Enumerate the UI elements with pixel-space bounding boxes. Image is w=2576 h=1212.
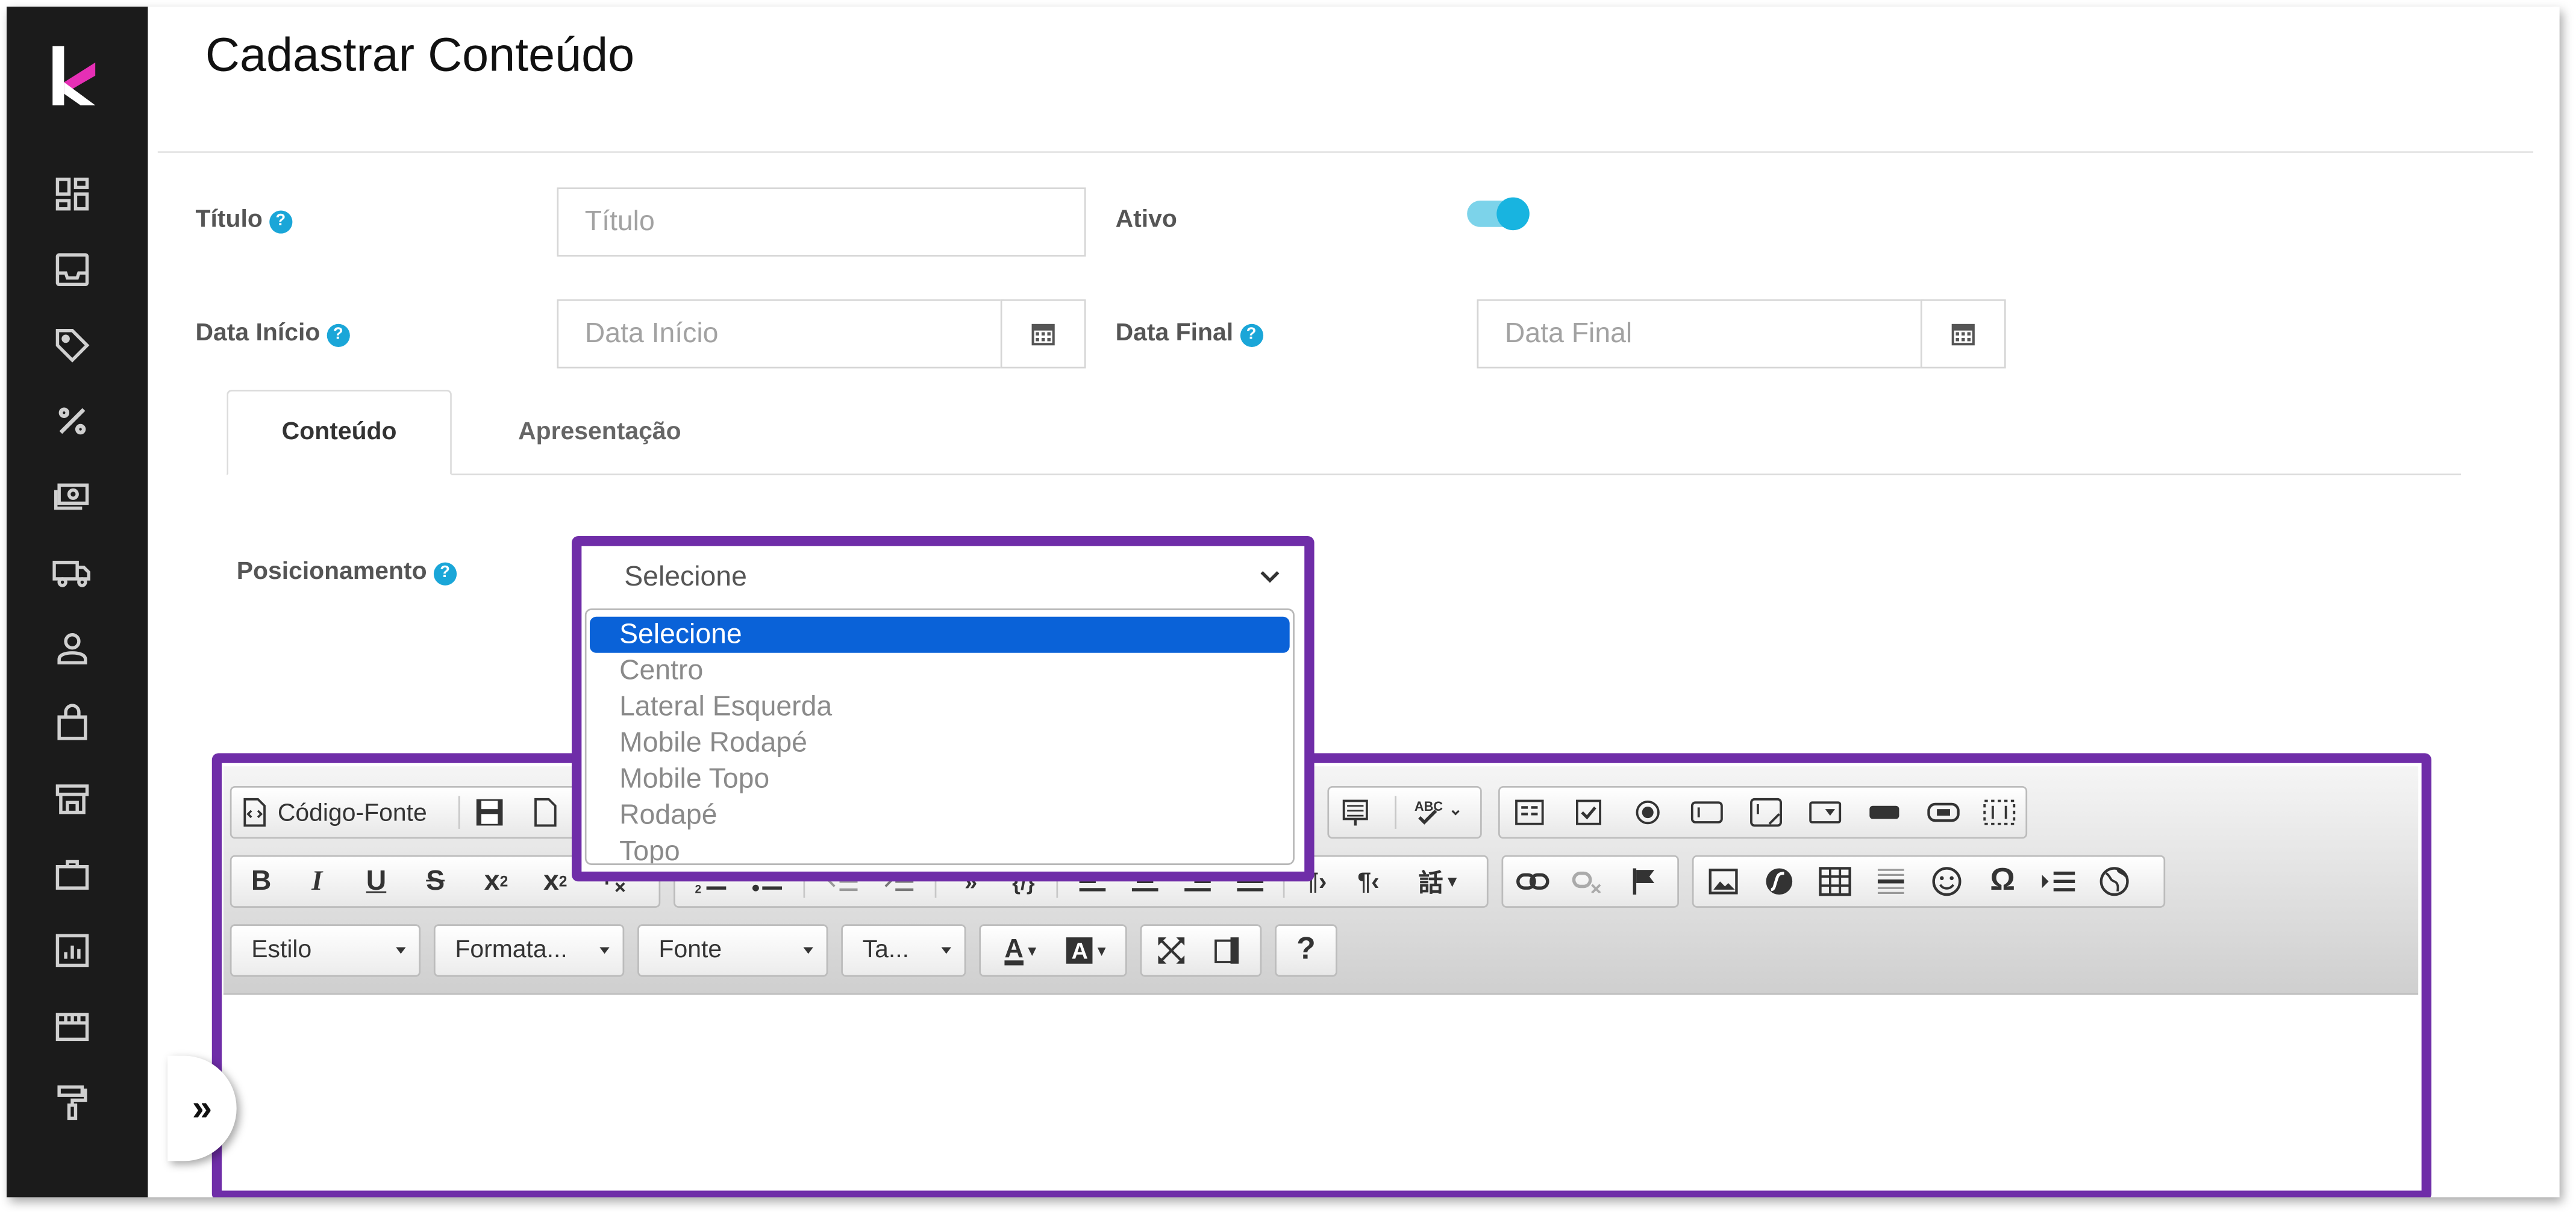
sidebar: [6, 6, 148, 1198]
editor-highlight-frame: [211, 753, 2431, 1198]
option-mobile-rodape[interactable]: Mobile Rodapé: [590, 725, 1290, 761]
option-lateral-esquerda[interactable]: Lateral Esquerda: [590, 689, 1290, 725]
help-icon[interactable]: ?: [327, 323, 350, 348]
data-inicio-label-text: Data Início: [195, 319, 320, 348]
option-mobile-topo[interactable]: Mobile Topo: [590, 761, 1290, 798]
toggle-knob: [1496, 197, 1530, 231]
option-centro[interactable]: Centro: [590, 653, 1290, 689]
store-icon[interactable]: [52, 779, 92, 819]
main-content: Cadastrar Conteúdo Título? Ativo Data In…: [148, 7, 2559, 1198]
posicionamento-label: Posicionamento?: [236, 557, 457, 586]
data-final-input[interactable]: [1477, 299, 1924, 369]
ativo-toggle[interactable]: [1467, 197, 1530, 231]
tag-icon[interactable]: [52, 326, 92, 366]
tab-conteudo[interactable]: Conteúdo: [227, 390, 452, 475]
page-title: Cadastrar Conteúdo: [205, 30, 635, 83]
posicionamento-options-list: Selecione Centro Lateral Esquerda Mobile…: [584, 608, 1295, 865]
ativo-label: Ativo: [1115, 205, 1177, 234]
chevron-down-icon: [1260, 571, 1280, 583]
option-selecione[interactable]: Selecione: [589, 616, 1290, 653]
posicionamento-select[interactable]: Selecione: [584, 549, 1295, 609]
posicionamento-label-text: Posicionamento: [236, 557, 427, 586]
paint-roller-icon[interactable]: [52, 1082, 92, 1122]
option-topo[interactable]: Topo: [590, 834, 1290, 863]
calendar-icon: [1951, 323, 1975, 346]
data-inicio-input[interactable]: [557, 299, 1004, 369]
k-logo[interactable]: [49, 43, 102, 108]
app-window: Cadastrar Conteúdo Título? Ativo Data In…: [6, 6, 2560, 1198]
money-icon[interactable]: [52, 477, 92, 517]
inbox-icon[interactable]: [52, 250, 92, 290]
storefront-icon[interactable]: [52, 1007, 92, 1046]
titulo-input[interactable]: [557, 187, 1086, 257]
posicionamento-selected-value: Selecione: [624, 560, 747, 592]
titulo-label-text: Título: [195, 205, 263, 234]
calendar-icon: [1031, 323, 1055, 346]
help-icon[interactable]: ?: [433, 562, 457, 586]
option-rodape[interactable]: Rodapé: [590, 798, 1290, 834]
user-icon[interactable]: [52, 628, 92, 668]
truck-icon[interactable]: [52, 552, 92, 592]
help-icon[interactable]: ?: [269, 210, 292, 234]
calendar-button[interactable]: [1000, 299, 1086, 369]
dashboard-icon[interactable]: [52, 174, 92, 214]
data-final-label-text: Data Final: [1115, 319, 1234, 348]
titulo-label: Título?: [195, 205, 292, 234]
data-inicio-label: Data Início?: [195, 319, 350, 348]
tab-apresentacao[interactable]: Apresentação: [484, 390, 714, 475]
help-icon[interactable]: ?: [1240, 323, 1263, 348]
report-icon[interactable]: [52, 931, 92, 970]
shopping-bag-icon[interactable]: [52, 704, 92, 743]
data-final-label: Data Final?: [1115, 319, 1263, 348]
divider: [157, 151, 2534, 153]
percent-icon[interactable]: [52, 401, 92, 441]
briefcase-icon[interactable]: [52, 855, 92, 895]
calendar-button[interactable]: [1920, 299, 2006, 369]
